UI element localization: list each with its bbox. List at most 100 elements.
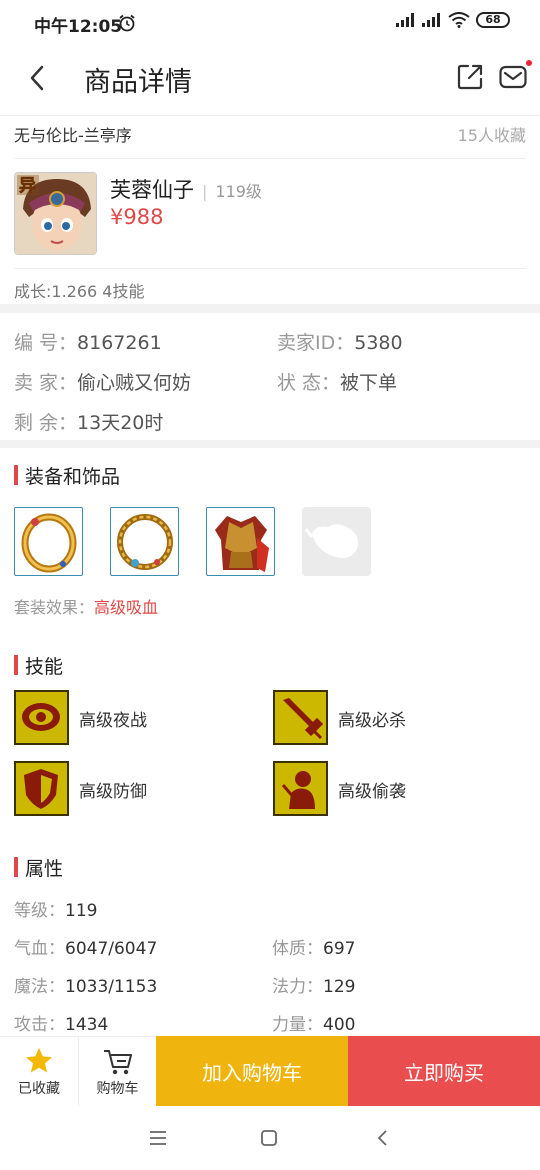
ring-icon bbox=[21, 513, 77, 573]
share-icon[interactable] bbox=[456, 63, 484, 91]
armor-icon bbox=[215, 516, 269, 572]
attr-level-label: 等级： bbox=[14, 901, 65, 921]
info-status: 状 态：被下单 bbox=[277, 368, 397, 395]
info-id-value: 8167261 bbox=[77, 332, 162, 354]
info-remaining-label: 剩 余： bbox=[14, 412, 78, 434]
pet-level: 119级 bbox=[215, 182, 262, 201]
necklace-icon bbox=[117, 514, 173, 570]
info-id: 编 号：8167261 bbox=[14, 328, 162, 355]
info-seller-value: 偷心贼又何妨 bbox=[77, 372, 192, 394]
pet-portrait-image: 异 bbox=[15, 173, 96, 254]
attr-mag-label: 法力： bbox=[272, 977, 323, 997]
attr-con-value: 697 bbox=[323, 939, 356, 959]
pet-avatar: 异 bbox=[14, 172, 97, 255]
signal-icon-2 bbox=[422, 13, 440, 27]
cart-icon bbox=[104, 1050, 132, 1075]
attr-mag: 法力：129 bbox=[272, 972, 355, 997]
pet-badge: 异 bbox=[19, 176, 36, 196]
attr-mp-label: 魔法： bbox=[14, 977, 65, 997]
attr-level-value: 119 bbox=[65, 901, 98, 921]
pet-separator: | bbox=[202, 182, 208, 201]
divider bbox=[14, 268, 526, 269]
attr-hp-value: 6047/6047 bbox=[65, 939, 158, 959]
message-button[interactable] bbox=[492, 54, 536, 98]
favorite-label: 已收藏 bbox=[18, 1081, 60, 1097]
skill-label: 高级夜战 bbox=[79, 711, 147, 731]
page-title: 商品详情 bbox=[84, 67, 192, 98]
set-effect-label: 套装效果： bbox=[14, 598, 95, 617]
star-icon bbox=[26, 1048, 52, 1073]
skill-night-icon[interactable] bbox=[14, 690, 69, 745]
divider bbox=[14, 158, 526, 159]
equipment-necklace[interactable] bbox=[110, 507, 179, 576]
info-seller-id: 卖家ID：5380 bbox=[277, 328, 403, 355]
attr-con: 体质：697 bbox=[272, 934, 355, 959]
info-remaining: 剩 余：13天20时 bbox=[14, 408, 163, 435]
attr-mp-value: 1033/1153 bbox=[65, 977, 158, 997]
pet-name: 芙蓉仙子 bbox=[110, 178, 194, 202]
info-status-value: 被下单 bbox=[340, 372, 398, 394]
attr-atk: 攻击：1434 bbox=[14, 1010, 108, 1035]
attr-mag-value: 129 bbox=[323, 977, 356, 997]
attr-atk-label: 攻击： bbox=[14, 1015, 65, 1035]
status-time: 中午12:05 bbox=[34, 17, 123, 37]
info-seller: 卖 家：偷心贼又何妨 bbox=[14, 368, 191, 395]
system-nav-bar bbox=[0, 1106, 540, 1170]
attr-hp-label: 气血： bbox=[14, 939, 65, 959]
wifi-icon bbox=[448, 12, 470, 28]
pet-growth: 成长:1.266 4技能 bbox=[14, 282, 145, 301]
attr-str-label: 力量： bbox=[272, 1015, 323, 1035]
pet-price: ¥988 bbox=[110, 205, 164, 229]
favorite-button[interactable]: 已收藏 bbox=[0, 1036, 78, 1106]
equipment-section-title: 装备和饰品 bbox=[14, 462, 120, 489]
info-seller-id-value: 5380 bbox=[354, 332, 403, 354]
info-status-label: 状 态： bbox=[277, 372, 341, 394]
skill-sneak-icon[interactable] bbox=[273, 761, 328, 816]
attr-str: 力量：400 bbox=[272, 1010, 355, 1035]
empty-slot-icon bbox=[304, 524, 358, 559]
skill-label: 高级偷袭 bbox=[338, 782, 406, 802]
home-icon[interactable] bbox=[260, 1129, 278, 1147]
cart-button[interactable]: 购物车 bbox=[78, 1036, 156, 1106]
alarm-icon bbox=[119, 14, 135, 32]
attr-level: 等级：119 bbox=[14, 896, 97, 921]
skill-defense-icon[interactable] bbox=[14, 761, 69, 816]
system-back-icon[interactable] bbox=[374, 1129, 392, 1147]
section-divider bbox=[0, 440, 540, 448]
mail-icon bbox=[499, 65, 527, 89]
bottom-action-bar: 已收藏 购物车 加入购物车 立即购买 bbox=[0, 1036, 540, 1106]
pet-name-row: 芙蓉仙子 | 119级 bbox=[110, 174, 262, 204]
skill-label: 高级必杀 bbox=[338, 711, 406, 731]
equipment-ring[interactable] bbox=[14, 507, 83, 576]
back-arrow-icon[interactable] bbox=[24, 63, 52, 93]
info-remaining-value: 13天20时 bbox=[77, 412, 164, 434]
cart-label: 购物车 bbox=[96, 1081, 139, 1097]
skill-crit-icon[interactable] bbox=[273, 690, 328, 745]
equipment-empty-slot[interactable] bbox=[302, 507, 371, 576]
skills-section-title: 技能 bbox=[14, 652, 63, 679]
skill-label: 高级防御 bbox=[79, 782, 147, 802]
attr-atk-value: 1434 bbox=[65, 1015, 109, 1035]
attr-str-value: 400 bbox=[323, 1015, 356, 1035]
section-divider bbox=[0, 304, 540, 313]
buy-now-button[interactable]: 立即购买 bbox=[348, 1036, 540, 1106]
status-bar: 中午12:05 68 bbox=[0, 0, 540, 46]
server-name: 无与伦比-兰亭序 bbox=[14, 126, 132, 145]
attr-mp: 魔法：1033/1153 bbox=[14, 972, 157, 997]
info-seller-label: 卖 家： bbox=[14, 372, 78, 394]
notification-dot bbox=[526, 60, 532, 66]
attr-hp: 气血：6047/6047 bbox=[14, 934, 157, 959]
signal-icon bbox=[396, 13, 414, 27]
info-id-label: 编 号： bbox=[14, 332, 78, 354]
equipment-armor[interactable] bbox=[206, 507, 275, 576]
set-effect-value: 高级吸血 bbox=[94, 598, 159, 617]
battery-indicator: 68 bbox=[476, 12, 510, 28]
nav-bar: 商品详情 bbox=[0, 46, 540, 112]
attributes-section-title: 属性 bbox=[14, 854, 63, 881]
info-seller-id-label: 卖家ID： bbox=[277, 332, 355, 354]
menu-icon[interactable] bbox=[148, 1129, 168, 1147]
attr-con-label: 体质： bbox=[272, 939, 323, 959]
set-effect: 套装效果：高级吸血 bbox=[14, 594, 158, 618]
add-to-cart-button[interactable]: 加入购物车 bbox=[156, 1036, 348, 1106]
server-row: 无与伦比-兰亭序 15人收藏 bbox=[14, 122, 526, 146]
